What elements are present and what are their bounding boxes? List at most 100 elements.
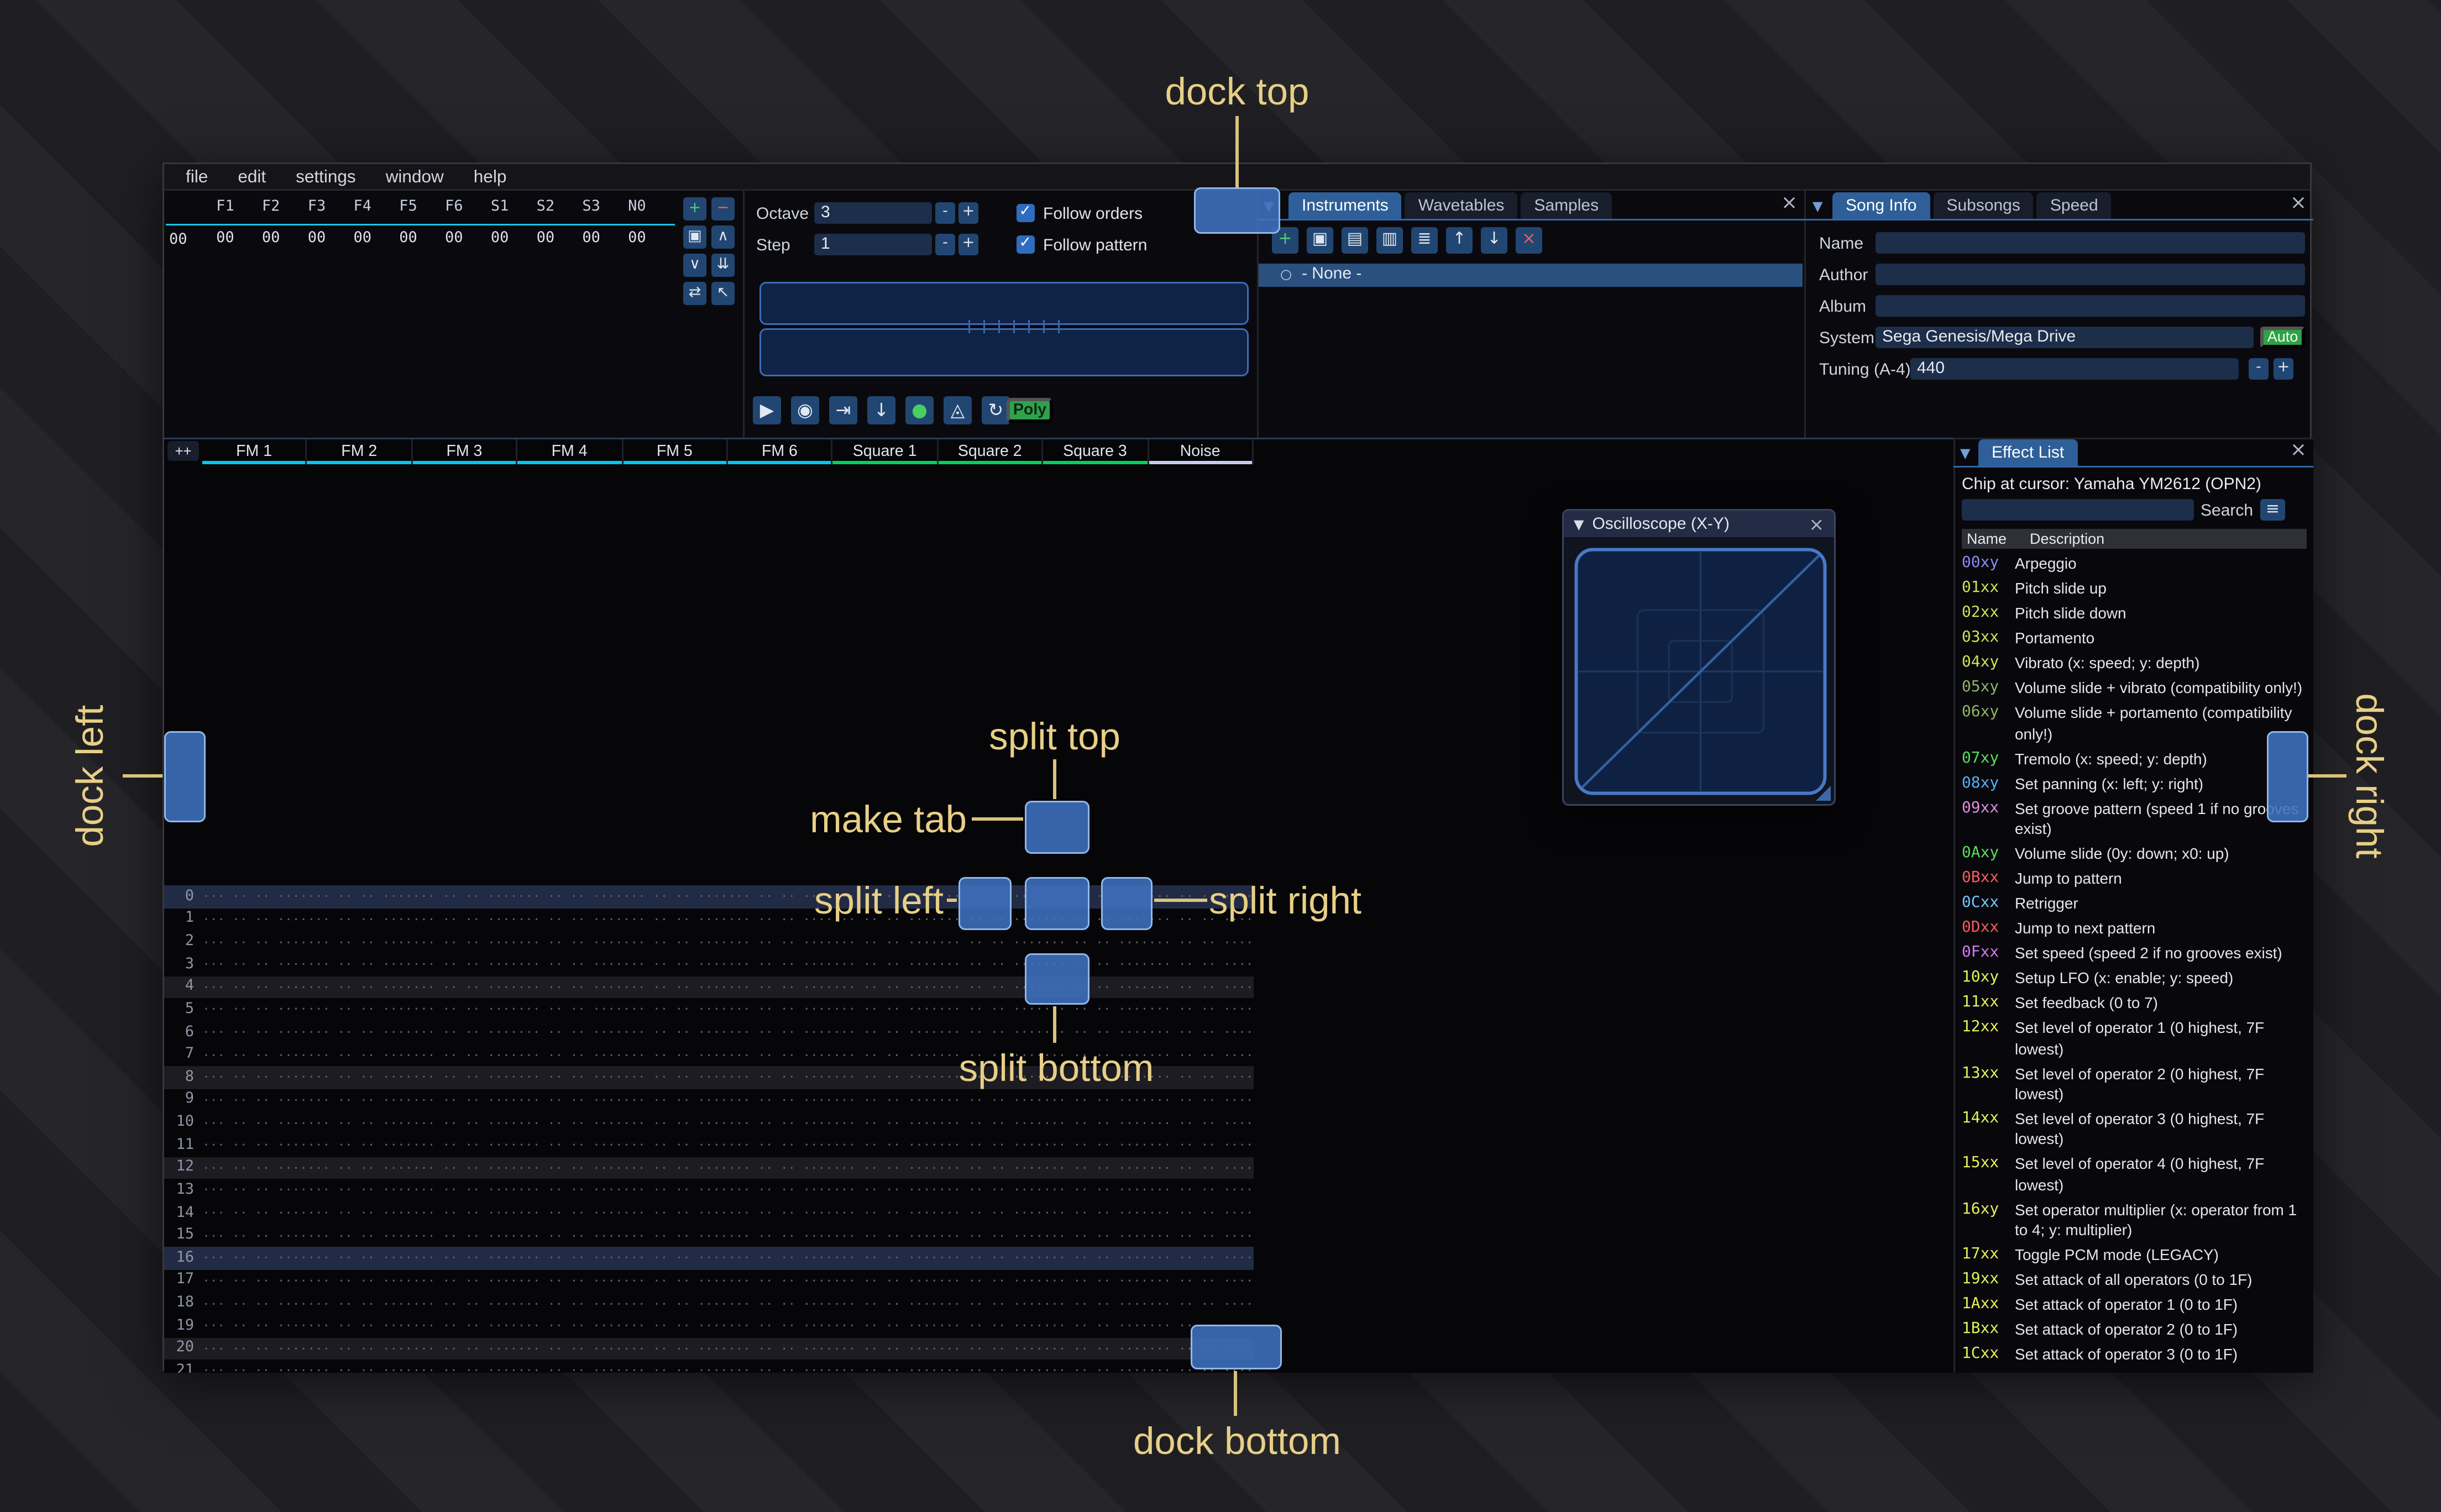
make-tab-target[interactable] (1025, 877, 1089, 930)
pattern-cell[interactable]: ··· ·· ·· ···· (202, 1319, 307, 1334)
pattern-cell[interactable]: ··· ·· ·· ···· (307, 1025, 412, 1040)
pattern-cell[interactable]: ··· ·· ·· ···· (833, 1002, 938, 1017)
pattern-cell[interactable]: ··· ·· ·· ···· (833, 1093, 938, 1107)
pattern-cell[interactable]: ··· ·· ·· ···· (307, 1183, 412, 1198)
effect-search-input[interactable] (1962, 499, 2194, 520)
pattern-cell[interactable]: ··· ·· ·· ···· (202, 1296, 307, 1311)
effect-row[interactable]: 0Dxx Jump to next pattern (1962, 916, 2307, 941)
pattern-cell[interactable]: ··· ·· ·· ···· (938, 935, 1043, 949)
step-decrease-button[interactable]: - (935, 234, 955, 255)
pattern-cell[interactable]: ··· ·· ·· ···· (412, 1341, 518, 1356)
pattern-cell[interactable]: ··· ·· ·· ···· (1149, 1183, 1254, 1198)
pattern-cell[interactable]: ··· ·· ·· ···· (728, 1341, 833, 1356)
record-button[interactable]: ● (905, 396, 934, 424)
pattern-cell[interactable]: ··· ·· ·· ···· (412, 957, 518, 972)
pattern-cell[interactable]: ··· ·· ·· ···· (518, 889, 623, 904)
pattern-cell[interactable]: ··· ·· ·· ···· (623, 1160, 728, 1175)
pattern-cell[interactable]: ··· ·· ·· ···· (307, 1228, 412, 1243)
order-row-index[interactable]: 00 (169, 230, 187, 250)
pattern-cell[interactable]: ··· ·· ·· ···· (1149, 1093, 1254, 1107)
pattern-cell[interactable]: ··· ·· ·· ···· (202, 1115, 307, 1130)
effect-row[interactable]: 11xx Set feedback (0 to 7) (1962, 991, 2307, 1016)
pattern-cell[interactable]: ··· ·· ·· ···· (202, 1093, 307, 1107)
pattern-cell[interactable]: ··· ·· ·· ···· (1149, 1115, 1254, 1130)
order-cell[interactable]: 00 (522, 230, 568, 247)
pattern-cell[interactable]: ··· ·· ·· ···· (307, 935, 412, 949)
channel-header[interactable]: Square 3 (1043, 439, 1149, 464)
order-edit-mode-button[interactable]: ↖ (711, 282, 735, 305)
pattern-cell[interactable]: ··· ·· ·· ···· (307, 1047, 412, 1062)
pattern-cell[interactable]: ··· ·· ·· ···· (938, 1115, 1043, 1130)
effect-row[interactable]: 1Cxx Set attack of operator 3 (0 to 1F) (1962, 1343, 2307, 1368)
channel-header[interactable]: Noise (1148, 439, 1254, 464)
pattern-row[interactable]: 9 ··· ·· ·· ···· ··· ·· ·· ···· ··· ·· ·… (164, 1089, 1254, 1111)
pattern-cell[interactable]: ··· ·· ·· ···· (938, 1160, 1043, 1175)
channel-header[interactable]: Square 1 (833, 439, 939, 464)
metronome-button[interactable]: ◬ (944, 396, 972, 424)
pattern-cell[interactable]: ··· ·· ·· ···· (938, 1183, 1043, 1198)
pattern-cell[interactable]: ··· ·· ·· ···· (1043, 1273, 1149, 1288)
pattern-cell[interactable]: ··· ·· ·· ···· (412, 889, 518, 904)
system-auto-button[interactable]: Auto (2260, 327, 2305, 348)
pattern-cell[interactable]: ··· ·· ·· ···· (1149, 1228, 1254, 1243)
pattern-cell[interactable]: ··· ·· ·· ···· (518, 1115, 623, 1130)
close-icon[interactable] (2288, 194, 2308, 214)
close-icon[interactable] (2288, 441, 2308, 461)
pattern-row[interactable]: 13 ··· ·· ·· ···· ··· ·· ·· ···· ··· ·· … (164, 1179, 1254, 1201)
pattern-cell[interactable]: ··· ·· ·· ···· (412, 1002, 518, 1017)
pattern-cell[interactable]: ··· ·· ·· ···· (1043, 935, 1149, 949)
pattern-cell[interactable]: ··· ·· ·· ···· (1043, 1251, 1149, 1266)
order-move-up-button[interactable]: ∧ (711, 225, 735, 249)
dock-target-right[interactable] (2267, 731, 2308, 822)
pattern-cell[interactable]: ··· ·· ·· ···· (938, 1025, 1043, 1040)
channel-header[interactable]: FM 5 (622, 439, 728, 464)
pattern-cell[interactable]: ··· ·· ·· ···· (938, 1228, 1043, 1243)
pattern-cell[interactable]: ··· ·· ·· ···· (412, 1273, 518, 1288)
pattern-cell[interactable]: ··· ·· ·· ···· (728, 1228, 833, 1243)
pattern-cell[interactable]: ··· ·· ·· ···· (307, 1115, 412, 1130)
pattern-row[interactable]: 20 ··· ·· ·· ···· ··· ·· ·· ···· ··· ·· … (164, 1337, 1254, 1360)
effect-row[interactable]: 19xx Set attack of all operators (0 to 1… (1962, 1268, 2307, 1293)
pattern-cell[interactable]: ··· ·· ·· ···· (518, 1363, 623, 1373)
oscilloscope-window[interactable]: Oscilloscope (X-Y) (1562, 509, 1836, 806)
pattern-cell[interactable]: ··· ·· ·· ···· (1149, 935, 1254, 949)
pattern-cell[interactable]: ··· ·· ·· ···· (412, 1228, 518, 1243)
pattern-cell[interactable]: ··· ·· ·· ···· (307, 1093, 412, 1107)
play-pattern-button[interactable]: ◉ (791, 396, 819, 424)
pattern-cell[interactable]: ··· ·· ·· ···· (412, 1205, 518, 1220)
pattern-row[interactable]: 3 ··· ·· ·· ···· ··· ·· ·· ···· ··· ·· ·… (164, 953, 1254, 976)
effect-row[interactable]: 0Axy Volume slide (0y: down; x0: up) (1962, 842, 2307, 867)
pattern-cell[interactable]: ··· ·· ·· ···· (833, 1205, 938, 1220)
pattern-cell[interactable]: ··· ·· ·· ···· (307, 957, 412, 972)
effect-row[interactable]: 00xy Arpeggio (1962, 552, 2307, 577)
pattern-cell[interactable]: ··· ·· ·· ···· (938, 1341, 1043, 1356)
order-duplicate-end-button[interactable]: ⇊ (711, 254, 735, 277)
pattern-cell[interactable]: ··· ·· ·· ···· (623, 1205, 728, 1220)
order-add-button[interactable]: + (683, 197, 706, 221)
tab-list-dropdown-icon[interactable] (1960, 446, 1970, 461)
pattern-cell[interactable]: ··· ·· ·· ···· (518, 1251, 623, 1266)
pattern-expand-button[interactable]: ++ (167, 441, 199, 461)
menu-item[interactable]: edit (223, 164, 281, 190)
song-name-input[interactable] (1876, 232, 2305, 253)
pattern-row[interactable]: 21 ··· ·· ·· ···· ··· ·· ·· ···· ··· ·· … (164, 1359, 1254, 1373)
pattern-cell[interactable]: ··· ·· ·· ···· (728, 1002, 833, 1017)
pattern-cell[interactable]: ··· ·· ·· ···· (412, 1093, 518, 1107)
effect-row[interactable]: 01xx Pitch slide up (1962, 577, 2307, 602)
pattern-cell[interactable]: ··· ·· ·· ···· (412, 1138, 518, 1153)
pattern-cell[interactable]: ··· ·· ·· ···· (518, 957, 623, 972)
cursor-down-button[interactable]: ↓ (867, 396, 895, 424)
pattern-cell[interactable]: ··· ·· ·· ···· (728, 1273, 833, 1288)
pattern-row[interactable]: 18 ··· ·· ·· ···· ··· ·· ·· ···· ··· ·· … (164, 1292, 1254, 1315)
pattern-cell[interactable]: ··· ·· ·· ···· (623, 1025, 728, 1040)
pattern-cell[interactable]: ··· ·· ·· ···· (202, 1160, 307, 1175)
pattern-cell[interactable]: ··· ·· ·· ···· (833, 1047, 938, 1062)
pattern-cell[interactable]: ··· ·· ·· ···· (833, 1273, 938, 1288)
pattern-cell[interactable]: ··· ·· ·· ···· (518, 1070, 623, 1085)
split-target-right[interactable] (1101, 877, 1153, 930)
effect-row[interactable]: 12xx Set level of operator 1 (0 highest,… (1962, 1016, 2307, 1061)
tab-list-dropdown-icon[interactable] (1813, 199, 1822, 214)
order-cell[interactable]: 00 (202, 230, 248, 247)
pattern-cell[interactable]: ··· ·· ·· ···· (202, 1183, 307, 1198)
order-remove-button[interactable]: − (711, 197, 735, 221)
